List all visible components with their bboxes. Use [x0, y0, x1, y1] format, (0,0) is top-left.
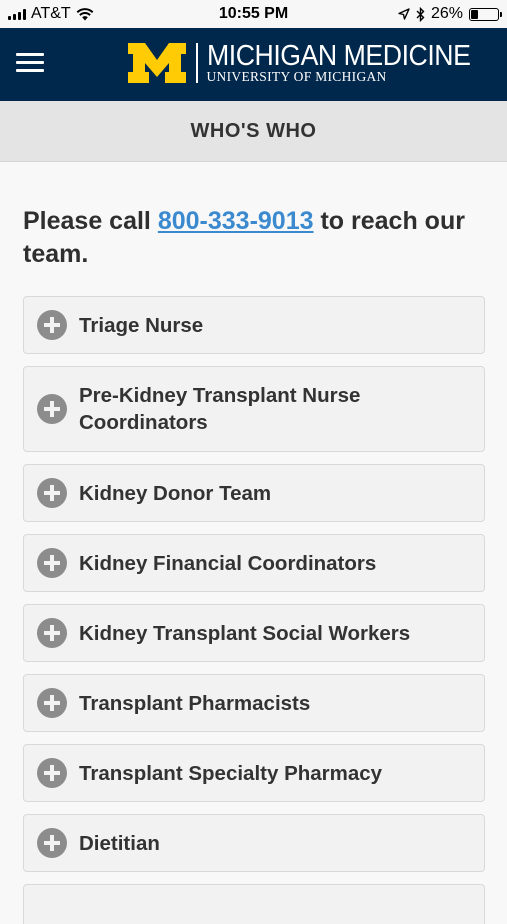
expand-plus-icon [37, 548, 67, 578]
accordion-item-kidney-financial-coordinators[interactable]: Kidney Financial Coordinators [23, 534, 485, 592]
hamburger-menu-icon[interactable] [16, 53, 48, 77]
bluetooth-icon [416, 6, 425, 22]
accordion-label: Dietitian [79, 831, 160, 855]
expand-plus-icon [37, 394, 67, 424]
wordmark: MICHIGAN MEDICINE UNIVERSITY OF MICHIGAN [207, 42, 493, 84]
location-icon [398, 8, 410, 20]
app-header: MICHIGAN MEDICINE UNIVERSITY OF MICHIGAN [0, 28, 507, 101]
block-m-icon [128, 43, 186, 83]
accordion-item-transplant-pharmacists[interactable]: Transplant Pharmacists [23, 674, 485, 732]
michigan-medicine-logo[interactable]: MICHIGAN MEDICINE UNIVERSITY OF MICHIGAN [128, 42, 493, 84]
expand-plus-icon [37, 688, 67, 718]
accordion-label: Transplant Pharmacists [79, 691, 311, 715]
accordion-item-dietitian[interactable]: Dietitian [23, 814, 485, 872]
phone-link[interactable]: 800-333-9013 [158, 207, 314, 235]
battery-fill [471, 9, 479, 19]
accordion-label: Kidney Financial Coordinators [79, 551, 377, 575]
intro-prefix: Please call [23, 207, 158, 235]
main-content: Please call 800-333-9013 to reach our te… [23, 205, 485, 924]
accordion-label: Triage Nurse [79, 313, 204, 337]
accordion-label: Kidney Transplant Social Workers [79, 621, 411, 645]
accordion-label: Kidney Donor Team [79, 481, 272, 505]
accordion-label: Transplant Specialty Pharmacy [79, 761, 383, 785]
accordion-item-pre-kidney-coordinators[interactable]: Pre-Kidney Transplant Nurse Coordinators [23, 366, 485, 452]
status-right: 26% [398, 5, 502, 23]
battery-percent: 26% [430, 5, 463, 22]
logo-divider [196, 43, 198, 83]
status-bar: AT&T 10:55 PM 26% [0, 0, 507, 28]
accordion-item-partial[interactable] [23, 884, 485, 924]
expand-plus-icon [37, 478, 67, 508]
intro-text: Please call 800-333-9013 to reach our te… [23, 205, 485, 271]
accordion-label: Pre-Kidney Transplant Nurse Coordinators [79, 384, 361, 434]
battery-cap [500, 11, 502, 17]
battery-icon [469, 7, 502, 21]
accordion-item-kidney-social-workers[interactable]: Kidney Transplant Social Workers [23, 604, 485, 662]
brand-subtitle: UNIVERSITY OF MICHIGAN [206, 69, 387, 84]
accordion-item-transplant-specialty-pharmacy[interactable]: Transplant Specialty Pharmacy [23, 744, 485, 802]
expand-plus-icon [37, 758, 67, 788]
brand-title: MICHIGAN MEDICINE [206, 40, 471, 72]
expand-plus-icon [37, 828, 67, 858]
page-title: WHO'S WHO [0, 101, 507, 162]
expand-plus-icon [37, 310, 67, 340]
accordion-item-kidney-donor-team[interactable]: Kidney Donor Team [23, 464, 485, 522]
accordion-item-triage-nurse[interactable]: Triage Nurse [23, 296, 485, 354]
expand-plus-icon [37, 618, 67, 648]
